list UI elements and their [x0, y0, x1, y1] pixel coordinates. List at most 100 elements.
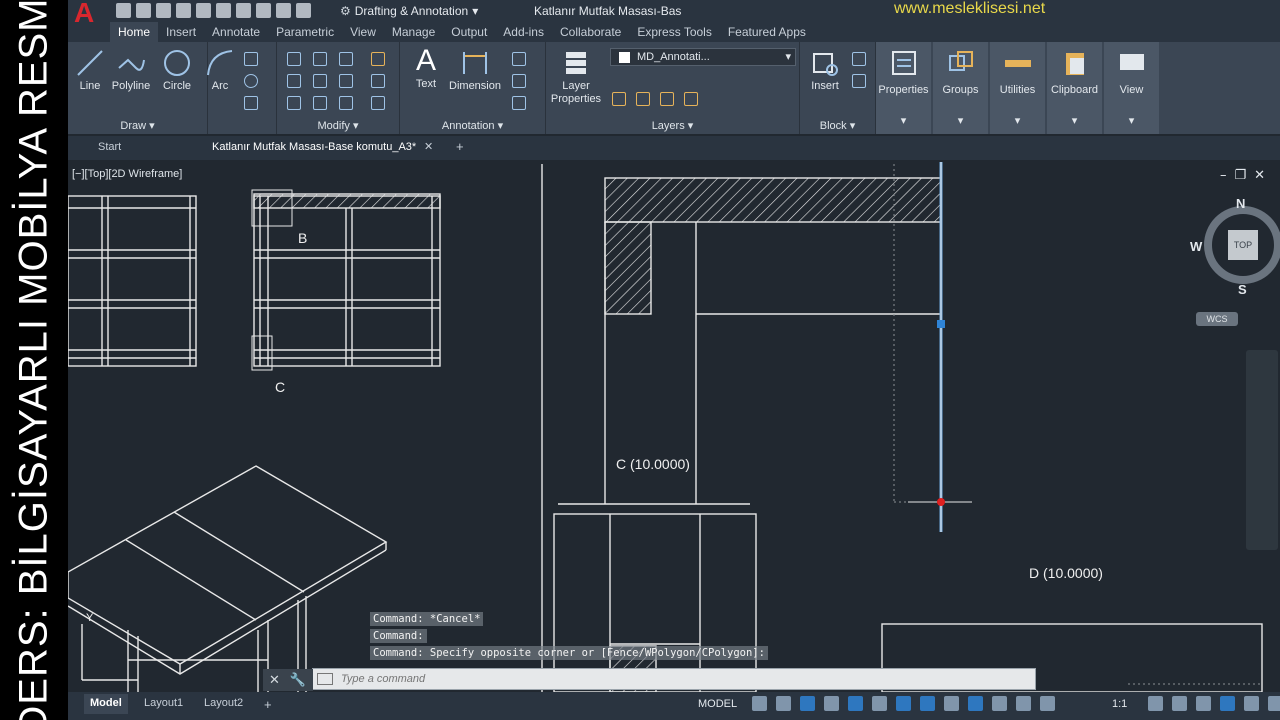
- annotation-panel-title[interactable]: Annotation ▾: [400, 119, 545, 132]
- customize-icon[interactable]: 🔧: [290, 673, 306, 688]
- viewcube-top-face[interactable]: TOP: [1228, 230, 1258, 260]
- object-snap-icon[interactable]: [920, 696, 935, 711]
- model-space-toggle[interactable]: MODEL: [698, 698, 737, 710]
- ribbon-tab-manage[interactable]: Manage: [384, 22, 443, 42]
- layout2-tab[interactable]: Layout2: [198, 694, 249, 714]
- workspace-switcher[interactable]: ⚙ Drafting & Annotation ▾: [340, 2, 510, 20]
- hatch-icon[interactable]: [244, 96, 258, 110]
- new-icon[interactable]: [116, 3, 131, 18]
- command-prompt-icon[interactable]: [317, 673, 333, 685]
- line-button[interactable]: Line: [72, 48, 108, 92]
- graphics-performance-icon[interactable]: [1244, 696, 1259, 711]
- layer-off-icon[interactable]: [612, 92, 626, 106]
- model-tab[interactable]: Model: [84, 694, 128, 714]
- ortho-icon[interactable]: [824, 696, 839, 711]
- layer-lock-icon[interactable]: [684, 92, 698, 106]
- layer-properties-button[interactable]: Layer Properties: [548, 48, 604, 106]
- viewcube[interactable]: TOP N S E W: [1190, 196, 1280, 297]
- viewport-controls[interactable]: [−][Top][2D Wireframe]: [72, 168, 182, 180]
- arc-button[interactable]: Arc: [202, 48, 238, 92]
- scale-icon[interactable]: [313, 96, 327, 110]
- close-icon[interactable]: ✕: [1254, 168, 1265, 183]
- leader-icon[interactable]: [512, 74, 526, 88]
- infer-icon[interactable]: [800, 696, 815, 711]
- drawing-tab[interactable]: Katlanır Mutfak Masası-Base komutu_A3*: [212, 141, 416, 153]
- fillet-icon[interactable]: [339, 74, 353, 88]
- export-icon[interactable]: [216, 3, 231, 18]
- block-panel-title[interactable]: Block ▾: [800, 119, 875, 132]
- offset-icon[interactable]: [371, 96, 385, 110]
- start-tab[interactable]: Start: [98, 141, 121, 153]
- transparency-icon[interactable]: [968, 696, 983, 711]
- ribbon-tab-annotate[interactable]: Annotate: [204, 22, 268, 42]
- selection-cycling-icon[interactable]: [992, 696, 1007, 711]
- ellipse-icon[interactable]: [244, 74, 258, 88]
- new-tab-button[interactable]: +: [456, 139, 464, 154]
- ribbon-tab-home[interactable]: Home: [110, 22, 159, 42]
- snap-icon[interactable]: [776, 696, 791, 711]
- layer-dropdown[interactable]: MD_Annotati... ▾: [610, 48, 796, 66]
- insert-button[interactable]: Insert: [802, 48, 848, 92]
- polyline-button[interactable]: Polyline: [108, 48, 154, 92]
- properties-button[interactable]: Properties ▾: [876, 42, 931, 134]
- layout1-tab[interactable]: Layout1: [138, 694, 189, 714]
- circle-button[interactable]: Circle: [158, 48, 196, 92]
- copy-icon[interactable]: [287, 74, 301, 88]
- utilities-button[interactable]: Utilities ▾: [990, 42, 1045, 134]
- save-icon[interactable]: [156, 3, 171, 18]
- open-icon[interactable]: [136, 3, 151, 18]
- command-input[interactable]: [341, 671, 1001, 687]
- layers-panel-title[interactable]: Layers ▾: [546, 119, 799, 132]
- ribbon-tab-add-ins[interactable]: Add-ins: [495, 22, 552, 42]
- ribbon-tab-featured-apps[interactable]: Featured Apps: [720, 22, 814, 42]
- customization-menu-icon[interactable]: [1268, 696, 1280, 711]
- annotation-scale[interactable]: 1:1: [1112, 698, 1127, 710]
- redo-icon[interactable]: [296, 3, 311, 18]
- isodraft-icon[interactable]: [872, 696, 887, 711]
- lineweight-icon[interactable]: [944, 696, 959, 711]
- ribbon-tab-parametric[interactable]: Parametric: [268, 22, 342, 42]
- stretch-icon[interactable]: [287, 96, 301, 110]
- compass-west[interactable]: W: [1190, 239, 1202, 254]
- auto-scale-icon[interactable]: [1040, 696, 1055, 711]
- modify-panel-title[interactable]: Modify ▾: [277, 119, 399, 132]
- object-snap-tracking-icon[interactable]: [896, 696, 911, 711]
- table-icon[interactable]: [512, 96, 526, 110]
- ribbon-tab-express-tools[interactable]: Express Tools: [629, 22, 719, 42]
- wcs-menu[interactable]: WCS: [1196, 312, 1238, 326]
- explode-icon[interactable]: [371, 74, 385, 88]
- undo-icon[interactable]: [276, 3, 291, 18]
- text-button[interactable]: A Text: [406, 46, 446, 91]
- ribbon-tab-view[interactable]: View: [342, 22, 384, 42]
- groups-button[interactable]: Groups ▾: [933, 42, 988, 134]
- mirror-icon[interactable]: [313, 74, 327, 88]
- print-icon[interactable]: [256, 3, 271, 18]
- edit-block-icon[interactable]: [852, 74, 866, 88]
- annotation-monitor-icon[interactable]: [1172, 696, 1187, 711]
- view-button[interactable]: View ▾: [1104, 42, 1159, 134]
- compass-north[interactable]: N: [1236, 196, 1245, 211]
- workspace-gear-icon[interactable]: [1148, 696, 1163, 711]
- erase-icon[interactable]: [371, 52, 385, 66]
- web-icon[interactable]: [196, 3, 211, 18]
- navigation-bar[interactable]: [1246, 350, 1278, 550]
- dimension-button[interactable]: Dimension: [446, 48, 504, 92]
- create-block-icon[interactable]: [852, 52, 866, 66]
- rotate-icon[interactable]: [313, 52, 327, 66]
- annotation-visibility-icon[interactable]: [1016, 696, 1031, 711]
- minimize-icon[interactable]: –: [1220, 168, 1227, 183]
- rectangle-icon[interactable]: [244, 52, 258, 66]
- layer-isolate-icon[interactable]: [636, 92, 650, 106]
- units-icon[interactable]: [1196, 696, 1211, 711]
- draw-panel-title[interactable]: Draw ▾: [68, 119, 207, 132]
- clipboard-button[interactable]: Clipboard ▾: [1047, 42, 1102, 134]
- move-icon[interactable]: [287, 52, 301, 66]
- polar-icon[interactable]: [848, 696, 863, 711]
- isolate-objects-icon[interactable]: [1220, 696, 1235, 711]
- trim-icon[interactable]: [339, 52, 353, 66]
- plot-icon[interactable]: [236, 3, 251, 18]
- grid-icon[interactable]: [752, 696, 767, 711]
- close-tab-icon[interactable]: ✕: [424, 140, 433, 153]
- ribbon-tab-output[interactable]: Output: [443, 22, 495, 42]
- linear-dim-icon[interactable]: [512, 52, 526, 66]
